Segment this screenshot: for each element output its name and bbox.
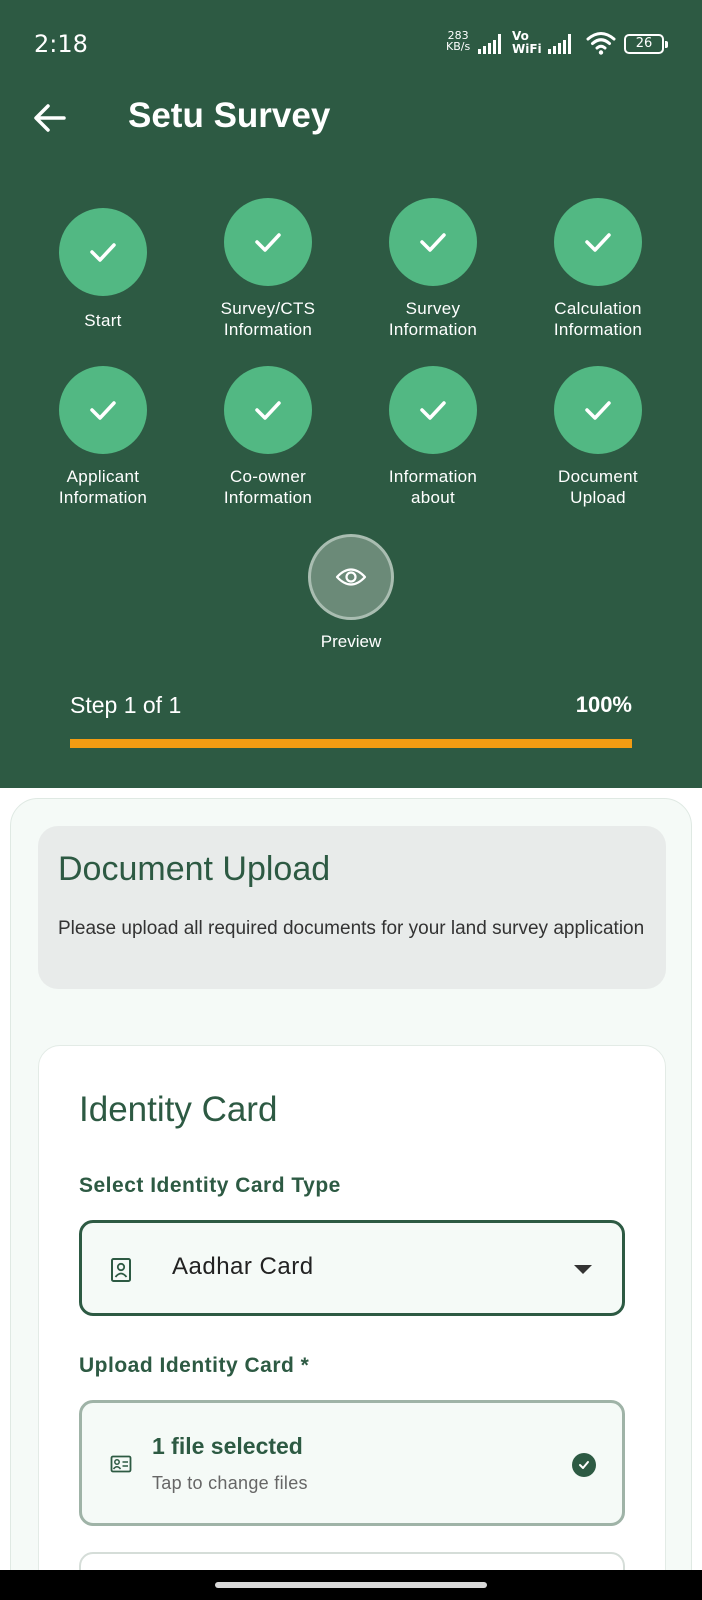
- id-badge-icon: [111, 1258, 131, 1282]
- upload-status: 1 file selected: [152, 1433, 303, 1459]
- id-card-icon: [110, 1455, 132, 1473]
- step-label: Co-owner Information: [223, 467, 313, 507]
- app-bar: Setu Survey: [0, 90, 702, 146]
- id-type-dropdown[interactable]: Aadhar Card: [79, 1220, 625, 1316]
- id-type-selected-value: Aadhar Card: [172, 1253, 314, 1280]
- content-panel: Document Upload Please upload all requir…: [10, 798, 692, 1600]
- step-complete-indicator: [554, 198, 642, 286]
- step-complete-indicator: [389, 198, 477, 286]
- progress-bar: [70, 739, 632, 748]
- preview-button[interactable]: [308, 534, 394, 620]
- status-bar: 2:18 283 KB/s Vo WiFi 26: [0, 0, 702, 90]
- home-gesture-handle[interactable]: [215, 1582, 487, 1588]
- check-icon: [420, 401, 446, 420]
- cell-signal-icon: [478, 34, 501, 54]
- upload-id-label: Upload Identity Card *: [79, 1354, 310, 1377]
- section-title: Document Upload: [58, 850, 331, 888]
- step-label: Start: [84, 311, 122, 330]
- network-speed: 283 KB/s: [446, 29, 471, 53]
- step-complete-indicator: [59, 366, 147, 454]
- intro-card: Document Upload Please upload all requir…: [38, 826, 666, 989]
- navigation-bar: [0, 1570, 702, 1600]
- step-counter: Step 1 of 1: [70, 692, 182, 718]
- step-label: Survey Information: [388, 299, 478, 339]
- eye-icon: [335, 568, 367, 586]
- status-time: 2:18: [34, 30, 88, 58]
- identity-card-section: Identity Card Select Identity Card Type …: [38, 1045, 666, 1600]
- back-arrow-icon[interactable]: [30, 98, 70, 138]
- check-icon: [90, 401, 116, 420]
- vowifi-indicator: Vo WiFi: [512, 29, 542, 56]
- check-icon: [255, 233, 281, 252]
- cell-signal-icon-2: [548, 34, 571, 54]
- chevron-down-icon: [574, 1265, 592, 1274]
- progress-percent: 100%: [575, 692, 632, 717]
- progress-bar-fill: [70, 739, 632, 748]
- step-label: Survey/CTS Information: [220, 299, 316, 339]
- step-label: Calculation Information: [553, 299, 643, 339]
- app-title: Setu Survey: [128, 96, 331, 135]
- select-id-type-label: Select Identity Card Type: [79, 1174, 341, 1197]
- step-label: Information about: [388, 467, 478, 507]
- step-complete-indicator: [59, 208, 147, 296]
- step-complete-indicator: [554, 366, 642, 454]
- section-description: Please upload all required documents for…: [58, 918, 645, 939]
- check-icon: [585, 401, 611, 420]
- id-upload-field[interactable]: 1 file selected Tap to change files: [79, 1400, 625, 1526]
- wifi-icon: [586, 32, 616, 55]
- step-complete-indicator: [224, 198, 312, 286]
- check-icon: [585, 233, 611, 252]
- preview-label: Preview: [320, 632, 382, 651]
- check-icon: [90, 243, 116, 262]
- step-complete-indicator: [389, 366, 477, 454]
- step-complete-indicator: [224, 366, 312, 454]
- battery-icon: 26: [624, 34, 668, 54]
- header: 2:18 283 KB/s Vo WiFi 26 Setu Survey Sta…: [0, 0, 702, 788]
- check-circle-icon: [572, 1453, 596, 1477]
- step-label: Document Upload: [558, 467, 638, 507]
- identity-card-title: Identity Card: [79, 1090, 278, 1129]
- check-icon: [255, 401, 281, 420]
- upload-hint: Tap to change files: [152, 1473, 308, 1493]
- step-label: Applicant Information: [58, 467, 148, 507]
- check-icon: [420, 233, 446, 252]
